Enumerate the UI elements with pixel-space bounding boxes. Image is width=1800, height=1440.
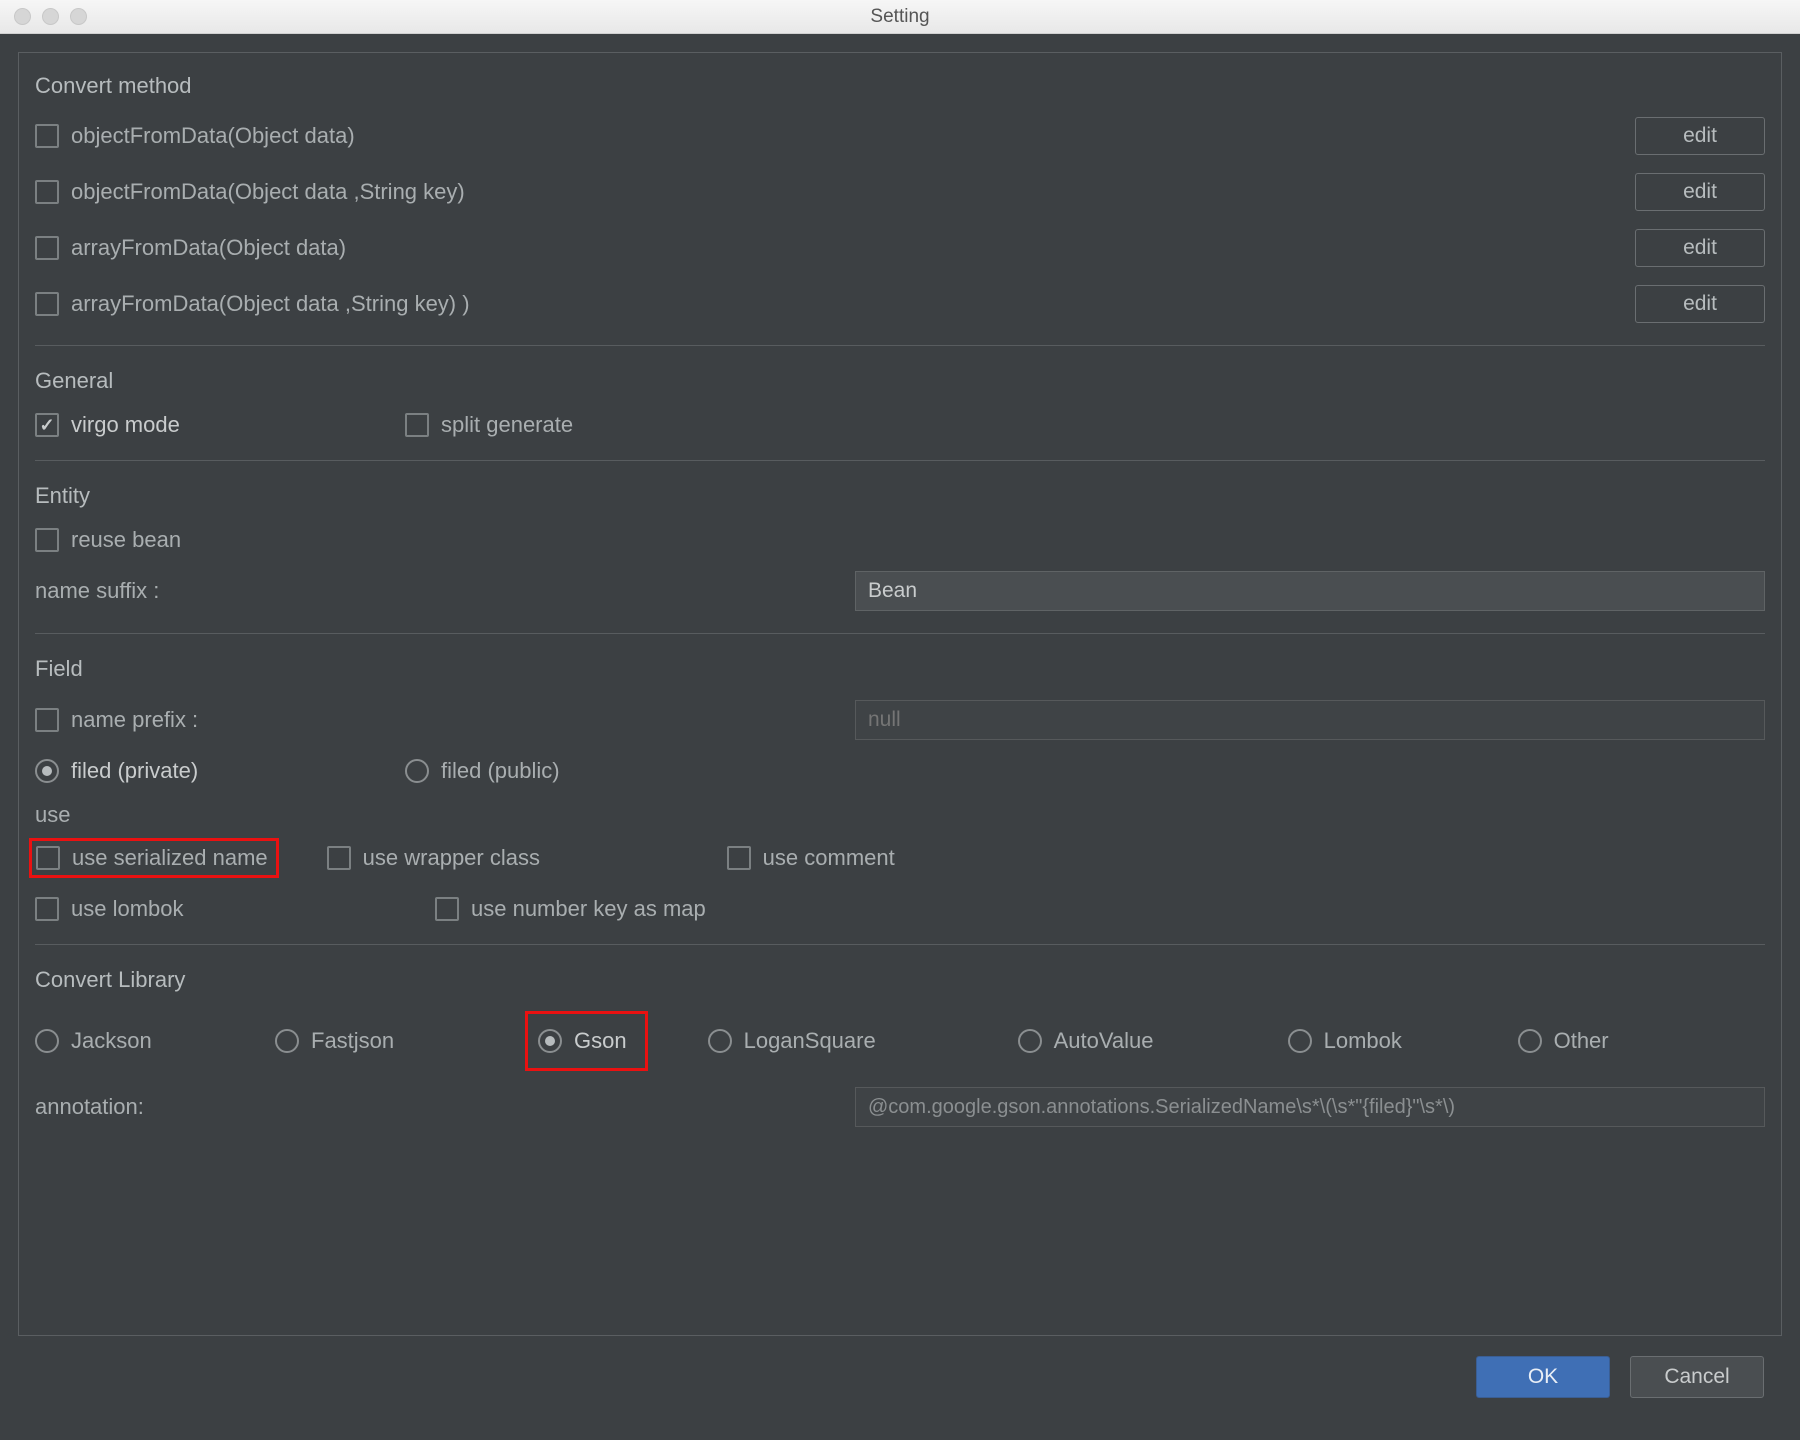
lib-other-radio[interactable] bbox=[1518, 1029, 1542, 1053]
method-1-edit-button[interactable]: edit bbox=[1635, 173, 1765, 211]
name-prefix-input[interactable] bbox=[855, 700, 1765, 740]
lib-fastjson-radio[interactable] bbox=[275, 1029, 299, 1053]
footer: OK Cancel bbox=[18, 1336, 1782, 1422]
field-public-label: filed (public) bbox=[441, 758, 560, 784]
use-options-row-1: use serialized name use wrapper class us… bbox=[35, 838, 1765, 878]
method-0-checkbox[interactable] bbox=[35, 124, 59, 148]
use-comment-label: use comment bbox=[763, 845, 895, 871]
titlebar: Setting bbox=[0, 0, 1800, 34]
library-row: Jackson Fastjson Gson LoganSquare AutoVa… bbox=[35, 1011, 1765, 1071]
use-comment-checkbox[interactable] bbox=[727, 846, 751, 870]
use-label: use bbox=[35, 802, 70, 828]
use-numkey-checkbox[interactable] bbox=[435, 897, 459, 921]
traffic-lights bbox=[0, 8, 87, 25]
method-row-0: objectFromData(Object data) edit bbox=[35, 117, 1765, 155]
method-row-3: arrayFromData(Object data ,String key) )… bbox=[35, 285, 1765, 323]
name-suffix-row: name suffix : bbox=[35, 571, 1765, 611]
close-icon[interactable] bbox=[14, 8, 31, 25]
content-area: Convert method objectFromData(Object dat… bbox=[0, 34, 1800, 1440]
divider-2 bbox=[35, 460, 1765, 461]
lib-jackson-radio[interactable] bbox=[35, 1029, 59, 1053]
split-generate-checkbox[interactable] bbox=[405, 413, 429, 437]
field-public-radio[interactable] bbox=[405, 759, 429, 783]
lib-jackson-label: Jackson bbox=[71, 1028, 152, 1054]
divider-4 bbox=[35, 944, 1765, 945]
name-prefix-row: name prefix : bbox=[35, 700, 1765, 740]
minimize-icon[interactable] bbox=[42, 8, 59, 25]
virgo-mode-label: virgo mode bbox=[71, 412, 180, 438]
convert-method-heading: Convert method bbox=[35, 73, 1765, 99]
method-2-label: arrayFromData(Object data) bbox=[71, 235, 346, 261]
use-serialized-highlight: use serialized name bbox=[29, 838, 279, 878]
method-row-2: arrayFromData(Object data) edit bbox=[35, 229, 1765, 267]
split-generate-label: split generate bbox=[441, 412, 573, 438]
method-1-checkbox[interactable] bbox=[35, 180, 59, 204]
name-suffix-input[interactable] bbox=[855, 571, 1765, 611]
reuse-bean-checkbox[interactable] bbox=[35, 528, 59, 552]
annotation-row: annotation: bbox=[35, 1087, 1765, 1127]
zoom-icon[interactable] bbox=[70, 8, 87, 25]
lib-gson-highlight: Gson bbox=[525, 1011, 648, 1071]
method-2-checkbox[interactable] bbox=[35, 236, 59, 260]
method-3-checkbox[interactable] bbox=[35, 292, 59, 316]
lib-gson-radio[interactable] bbox=[538, 1029, 562, 1053]
entity-heading: Entity bbox=[35, 483, 1765, 509]
method-row-1: objectFromData(Object data ,String key) … bbox=[35, 173, 1765, 211]
lib-lombok-radio[interactable] bbox=[1288, 1029, 1312, 1053]
method-0-label: objectFromData(Object data) bbox=[71, 123, 355, 149]
settings-window: Setting Convert method objectFromData(Ob… bbox=[0, 0, 1800, 1440]
lib-other-label: Other bbox=[1554, 1028, 1609, 1054]
use-lombok-checkbox[interactable] bbox=[35, 897, 59, 921]
lib-autovalue-radio[interactable] bbox=[1018, 1029, 1042, 1053]
use-serialized-label: use serialized name bbox=[72, 845, 268, 871]
field-private-label: filed (private) bbox=[71, 758, 198, 784]
field-heading: Field bbox=[35, 656, 1765, 682]
annotation-input[interactable] bbox=[855, 1087, 1765, 1127]
divider-3 bbox=[35, 633, 1765, 634]
use-lombok-label: use lombok bbox=[71, 896, 184, 922]
use-label-row: use bbox=[35, 802, 1765, 828]
lib-gson-label: Gson bbox=[574, 1028, 627, 1054]
reuse-bean-label: reuse bean bbox=[71, 527, 181, 553]
name-suffix-label: name suffix : bbox=[35, 578, 855, 604]
reuse-bean-row: reuse bean bbox=[35, 527, 1765, 553]
name-prefix-label: name prefix : bbox=[71, 707, 198, 733]
field-private-radio[interactable] bbox=[35, 759, 59, 783]
method-3-edit-button[interactable]: edit bbox=[1635, 285, 1765, 323]
method-2-edit-button[interactable]: edit bbox=[1635, 229, 1765, 267]
method-0-edit-button[interactable]: edit bbox=[1635, 117, 1765, 155]
virgo-mode-checkbox[interactable] bbox=[35, 413, 59, 437]
annotation-label: annotation: bbox=[35, 1094, 855, 1120]
method-1-label: objectFromData(Object data ,String key) bbox=[71, 179, 465, 205]
lib-lombok-label: Lombok bbox=[1324, 1028, 1402, 1054]
settings-panel: Convert method objectFromData(Object dat… bbox=[18, 52, 1782, 1336]
general-heading: General bbox=[35, 368, 1765, 394]
lib-logansquare-radio[interactable] bbox=[708, 1029, 732, 1053]
use-wrapper-label: use wrapper class bbox=[363, 845, 540, 871]
lib-fastjson-label: Fastjson bbox=[311, 1028, 394, 1054]
use-wrapper-checkbox[interactable] bbox=[327, 846, 351, 870]
use-serialized-checkbox[interactable] bbox=[36, 846, 60, 870]
name-prefix-checkbox[interactable] bbox=[35, 708, 59, 732]
window-title: Setting bbox=[870, 6, 929, 28]
lib-logansquare-label: LoganSquare bbox=[744, 1028, 876, 1054]
lib-autovalue-label: AutoValue bbox=[1054, 1028, 1154, 1054]
divider-1 bbox=[35, 345, 1765, 346]
ok-button[interactable]: OK bbox=[1476, 1356, 1610, 1398]
field-visibility-row: filed (private) filed (public) bbox=[35, 758, 1765, 784]
cancel-button[interactable]: Cancel bbox=[1630, 1356, 1764, 1398]
use-numkey-label: use number key as map bbox=[471, 896, 706, 922]
library-heading: Convert Library bbox=[35, 967, 1765, 993]
use-options-row-2: use lombok use number key as map bbox=[35, 896, 1765, 922]
general-row: virgo mode split generate bbox=[35, 412, 1765, 438]
method-3-label: arrayFromData(Object data ,String key) ) bbox=[71, 291, 470, 317]
